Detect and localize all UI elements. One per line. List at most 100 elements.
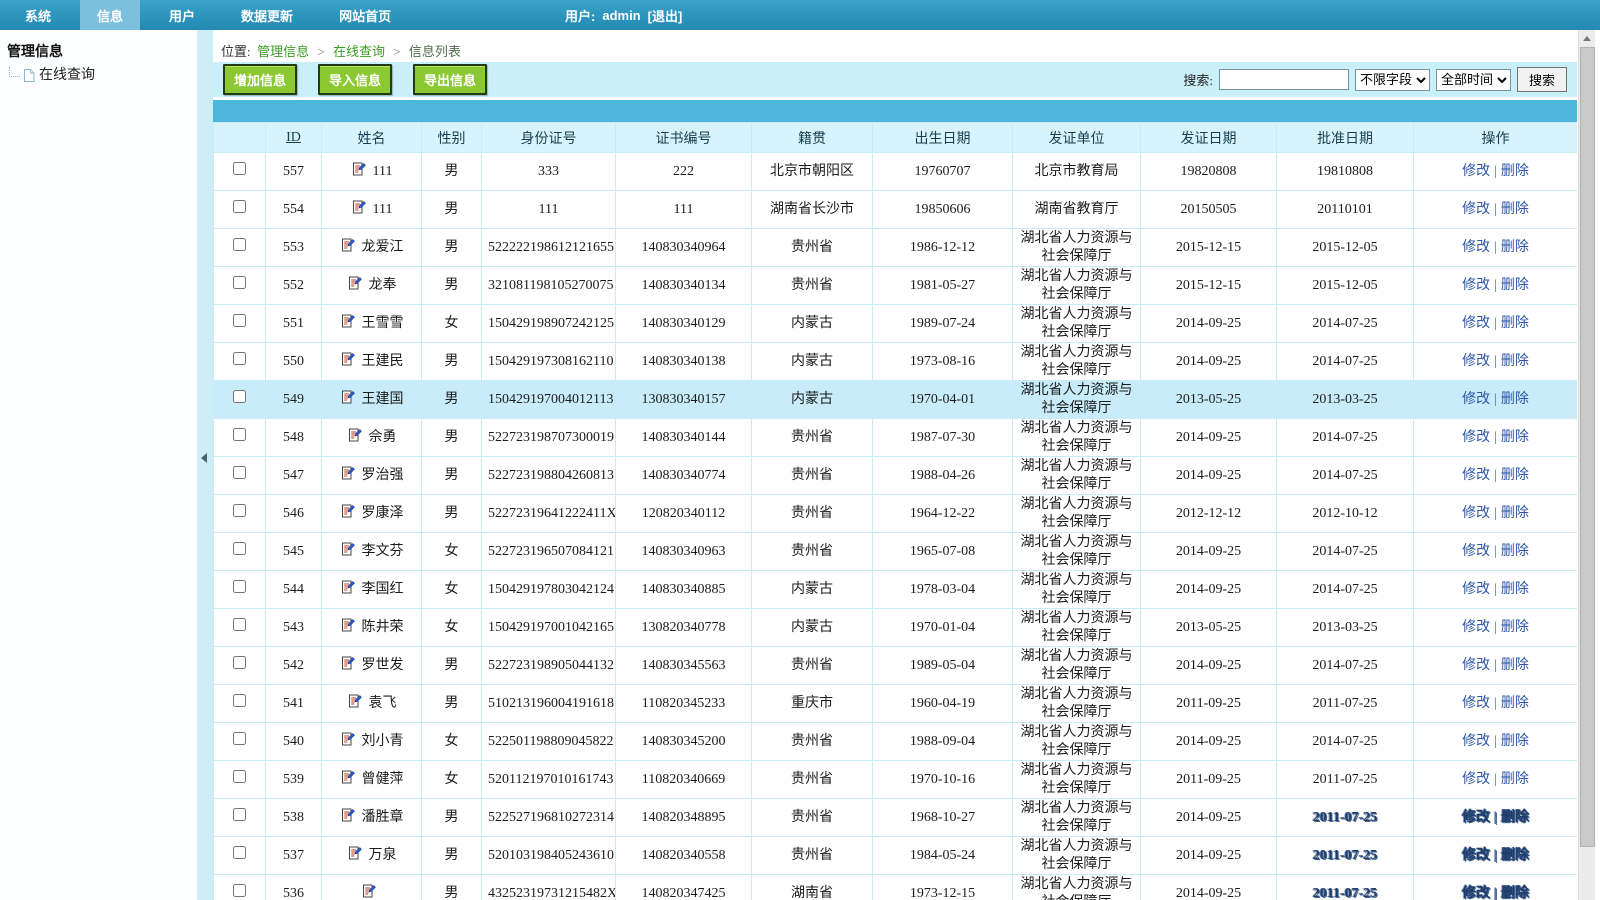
edit-link[interactable]: 修改 bbox=[1462, 696, 1490, 711]
doc-edit-icon[interactable] bbox=[347, 693, 363, 715]
delete-link[interactable]: 删除 bbox=[1501, 620, 1529, 635]
delete-link[interactable]: 删除 bbox=[1501, 544, 1529, 559]
row-checkbox[interactable] bbox=[233, 352, 246, 365]
doc-edit-icon[interactable] bbox=[340, 769, 356, 791]
doc-edit-icon[interactable] bbox=[340, 313, 356, 335]
edit-link[interactable]: 修改 bbox=[1462, 658, 1490, 673]
row-checkbox[interactable] bbox=[233, 466, 246, 479]
row-checkbox[interactable] bbox=[233, 884, 246, 897]
row-checkbox[interactable] bbox=[233, 618, 246, 631]
delete-link[interactable]: 删除 bbox=[1501, 164, 1529, 179]
delete-link[interactable]: 删除 bbox=[1501, 658, 1529, 673]
doc-edit-icon[interactable] bbox=[361, 883, 377, 900]
row-checkbox[interactable] bbox=[233, 238, 246, 251]
edit-link[interactable]: 修改 bbox=[1462, 430, 1490, 445]
doc-edit-icon[interactable] bbox=[340, 579, 356, 601]
search-button[interactable]: 搜索 bbox=[1517, 67, 1567, 92]
import-info-button[interactable]: 导入信息 bbox=[318, 64, 392, 95]
logout-link[interactable]: [退出] bbox=[648, 6, 683, 25]
doc-edit-icon[interactable] bbox=[347, 427, 363, 449]
doc-edit-icon[interactable] bbox=[340, 731, 356, 753]
row-checkbox[interactable] bbox=[233, 580, 246, 593]
delete-link[interactable]: 删除 bbox=[1501, 468, 1529, 483]
scrollbar-thumb[interactable] bbox=[1580, 47, 1595, 847]
row-checkbox[interactable] bbox=[233, 390, 246, 403]
delete-link[interactable]: 删除 bbox=[1501, 202, 1529, 217]
doc-edit-icon[interactable] bbox=[340, 503, 356, 525]
vertical-scrollbar[interactable] bbox=[1578, 30, 1595, 900]
edit-link[interactable]: 修改 bbox=[1462, 582, 1490, 597]
edit-link[interactable]: 修改 bbox=[1462, 810, 1490, 825]
delete-link[interactable]: 删除 bbox=[1501, 506, 1529, 521]
tab-data-update[interactable]: 数据更新 bbox=[224, 0, 310, 30]
edit-link[interactable]: 修改 bbox=[1462, 544, 1490, 559]
doc-edit-icon[interactable] bbox=[347, 845, 363, 867]
row-checkbox[interactable] bbox=[233, 542, 246, 555]
edit-link[interactable]: 修改 bbox=[1462, 278, 1490, 293]
doc-edit-icon[interactable] bbox=[340, 351, 356, 373]
row-checkbox[interactable] bbox=[233, 770, 246, 783]
search-input[interactable] bbox=[1219, 69, 1349, 90]
row-checkbox[interactable] bbox=[233, 846, 246, 859]
sidebar-splitter[interactable] bbox=[197, 30, 213, 900]
field-filter-select[interactable]: 不限字段 bbox=[1355, 69, 1430, 91]
row-checkbox[interactable] bbox=[233, 732, 246, 745]
tab-site-home[interactable]: 网站首页 bbox=[322, 0, 408, 30]
add-info-button[interactable]: 增加信息 bbox=[223, 64, 297, 95]
row-checkbox[interactable] bbox=[233, 504, 246, 517]
delete-link[interactable]: 删除 bbox=[1501, 354, 1529, 369]
edit-link[interactable]: 修改 bbox=[1462, 392, 1490, 407]
delete-link[interactable]: 删除 bbox=[1501, 696, 1529, 711]
doc-edit-icon[interactable] bbox=[340, 617, 356, 639]
doc-edit-icon[interactable] bbox=[340, 465, 356, 487]
edit-link[interactable]: 修改 bbox=[1462, 506, 1490, 521]
tab-system[interactable]: 系统 bbox=[8, 0, 68, 30]
row-checkbox[interactable] bbox=[233, 162, 246, 175]
edit-link[interactable]: 修改 bbox=[1462, 354, 1490, 369]
doc-edit-icon[interactable] bbox=[351, 161, 367, 183]
delete-link[interactable]: 删除 bbox=[1501, 810, 1529, 825]
breadcrumb-link-online-query[interactable]: 在线查询 bbox=[333, 44, 385, 59]
breadcrumb-link-manage-info[interactable]: 管理信息 bbox=[257, 44, 309, 59]
delete-link[interactable]: 删除 bbox=[1501, 392, 1529, 407]
delete-link[interactable]: 删除 bbox=[1501, 582, 1529, 597]
row-checkbox[interactable] bbox=[233, 808, 246, 821]
edit-link[interactable]: 修改 bbox=[1462, 164, 1490, 179]
edit-link[interactable]: 修改 bbox=[1462, 886, 1490, 900]
edit-link[interactable]: 修改 bbox=[1462, 848, 1490, 863]
collapse-sidebar-icon[interactable] bbox=[201, 453, 207, 463]
edit-link[interactable]: 修改 bbox=[1462, 620, 1490, 635]
doc-edit-icon[interactable] bbox=[351, 199, 367, 221]
edit-link[interactable]: 修改 bbox=[1462, 772, 1490, 787]
sort-id-link[interactable]: ID bbox=[286, 130, 301, 145]
time-filter-select[interactable]: 全部时间 bbox=[1436, 69, 1511, 91]
row-checkbox[interactable] bbox=[233, 656, 246, 669]
delete-link[interactable]: 删除 bbox=[1501, 240, 1529, 255]
tab-info[interactable]: 信息 bbox=[80, 0, 140, 30]
delete-link[interactable]: 删除 bbox=[1501, 278, 1529, 293]
row-checkbox[interactable] bbox=[233, 428, 246, 441]
sidebar-item-online-query[interactable]: 在线查询 bbox=[9, 64, 197, 84]
doc-edit-icon[interactable] bbox=[347, 275, 363, 297]
delete-link[interactable]: 删除 bbox=[1501, 886, 1529, 900]
edit-link[interactable]: 修改 bbox=[1462, 316, 1490, 331]
edit-link[interactable]: 修改 bbox=[1462, 734, 1490, 749]
delete-link[interactable]: 删除 bbox=[1501, 430, 1529, 445]
delete-link[interactable]: 删除 bbox=[1501, 316, 1529, 331]
export-info-button[interactable]: 导出信息 bbox=[413, 64, 487, 95]
delete-link[interactable]: 删除 bbox=[1501, 848, 1529, 863]
doc-edit-icon[interactable] bbox=[340, 807, 356, 829]
row-checkbox[interactable] bbox=[233, 694, 246, 707]
edit-link[interactable]: 修改 bbox=[1462, 240, 1490, 255]
delete-link[interactable]: 删除 bbox=[1501, 734, 1529, 749]
row-checkbox[interactable] bbox=[233, 200, 246, 213]
scroll-up-button[interactable] bbox=[1579, 30, 1595, 47]
row-checkbox[interactable] bbox=[233, 276, 246, 289]
doc-edit-icon[interactable] bbox=[340, 541, 356, 563]
doc-edit-icon[interactable] bbox=[340, 655, 356, 677]
edit-link[interactable]: 修改 bbox=[1462, 468, 1490, 483]
doc-edit-icon[interactable] bbox=[340, 237, 356, 259]
tab-users[interactable]: 用户 bbox=[152, 0, 212, 30]
delete-link[interactable]: 删除 bbox=[1501, 772, 1529, 787]
row-checkbox[interactable] bbox=[233, 314, 246, 327]
